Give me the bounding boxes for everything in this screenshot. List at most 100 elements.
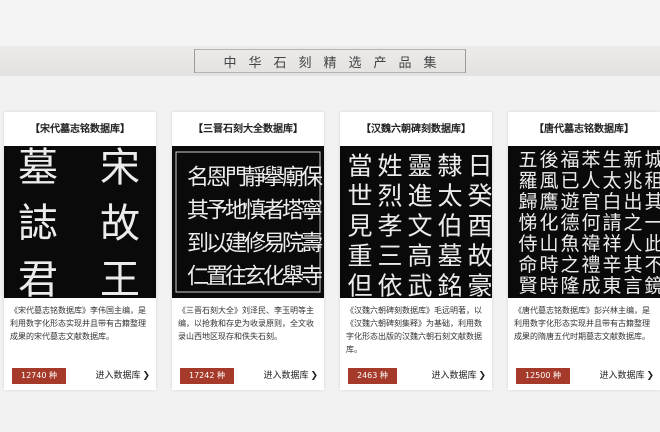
top-bar [0, 0, 660, 46]
rubbing-glyph: 故 [467, 242, 492, 271]
rubbing-glyph: 生 [602, 149, 621, 171]
rubbing-glyph: 銘 [437, 272, 462, 299]
rubbing-glyph: 名 [187, 166, 209, 191]
rubbing-glyph: 壽 [301, 232, 323, 257]
rubbing-glyph: 見 [347, 212, 372, 241]
card-description: 《宋代墓志铭数据库》李伟国主编，是利用数字化形态实现并且带有古籍整理成果的宋代墓… [10, 306, 146, 341]
enter-database-link[interactable]: 进入数据库 ❯ [431, 368, 486, 384]
rubbing-glyph: 一 [644, 212, 660, 234]
card-title[interactable]: 【唐代墓志铭数据库】 [508, 120, 660, 135]
enter-database-link[interactable]: 进入数据库 ❯ [263, 368, 318, 384]
rubbing-glyph: 化 [539, 212, 558, 234]
rubbing-glyph: 已 [560, 170, 579, 192]
card-title[interactable]: 【宋代墓志铭数据库】 [4, 120, 156, 135]
rubbing-glyph: 賢 [518, 275, 537, 297]
card-title[interactable]: 【汉魏六朝碑刻数据库】 [340, 120, 492, 135]
rubbing-glyph: 何 [581, 212, 600, 234]
rubbing-glyph: 人 [581, 170, 600, 192]
rubbing-glyph: 禕 [581, 233, 600, 255]
rubbing-glyph: 其 [644, 191, 660, 213]
rubbing-glyph: 誌 [18, 201, 58, 247]
rubbing-glyph: 靈 [407, 152, 432, 181]
rubbing-glyph: 癸 [467, 182, 492, 211]
chevron-right-icon: ❯ [142, 371, 150, 381]
rubbing-glyph: 廟 [282, 166, 304, 191]
rubbing-glyph: 鏡 [644, 275, 660, 297]
rubbing-glyph: 兆 [623, 170, 642, 192]
rubbing-glyph: 寺 [301, 265, 323, 290]
enter-database-label: 进入数据库 [95, 371, 141, 381]
product-card-tang-epitaph[interactable]: 【唐代墓志铭数据库】 城租其一此不鏡新兆出之人其言生太白請祥辛東苯人官何禕禮成福… [508, 112, 660, 390]
rubbing-glyph: 酉 [467, 212, 492, 241]
chevron-right-icon: ❯ [646, 371, 654, 381]
rubbing-glyph: 悌 [518, 212, 537, 234]
rubbing-glyph: 擧 [263, 166, 285, 191]
rubbing-glyph: 太 [437, 182, 462, 211]
rubbing-svg: 城租其一此不鏡新兆出之人其言生太白請祥辛東苯人官何禕禮成福已遊德魚之隆後風鷹化山… [518, 149, 660, 297]
record-count-badge: 12740 种 [12, 368, 66, 384]
rubbing-glyph: 保 [301, 166, 323, 191]
rubbing-glyph: 三 [377, 242, 402, 271]
product-card-hanwei-steles[interactable]: 【汉魏六朝碑刻数据库】 日癸酉故豪 隸太伯墓銘 靈進文高武 姓烈孝三依 當世見重但 《汉… [340, 112, 492, 390]
rubbing-glyph: 太 [602, 170, 621, 192]
rubbing-glyph: 依 [377, 272, 402, 299]
rubbing-glyph: 予 [206, 199, 228, 224]
rubbing-glyph: 置 [206, 265, 228, 290]
rubbing-glyph: 此 [644, 233, 660, 255]
rubbing-glyph: 其 [187, 199, 209, 224]
rubbing-glyph: 墓 [18, 146, 58, 191]
rubbing-glyph: 出 [623, 191, 642, 213]
rubbing-glyph: 城 [644, 149, 660, 171]
rubbing-glyph: 苯 [581, 149, 600, 171]
card-image-rubbing[interactable]: 城租其一此不鏡新兆出之人其言生太白請祥辛東苯人官何禕禮成福已遊德魚之隆後風鷹化山… [508, 146, 660, 298]
rubbing-glyph: 五 [518, 149, 537, 171]
rubbing-glyph: 時 [539, 275, 558, 297]
record-count-badge: 17242 种 [180, 368, 234, 384]
rubbing-svg: 日癸酉故豪 隸太伯墓銘 靈進文高武 姓烈孝三依 當世見重但 [347, 152, 492, 299]
rubbing-glyph: 歸 [518, 191, 537, 213]
rubbing-glyph: 仁 [187, 265, 209, 290]
rubbing-glyph: 白 [602, 191, 621, 213]
rubbing-glyph: 進 [407, 182, 432, 211]
rubbing-glyph: 門 [225, 166, 247, 191]
rubbing-glyph: 東 [602, 275, 621, 297]
card-image-rubbing[interactable]: 保寧壽寺 廟塔院舉 擧者易化 靜慎修玄 門地建往 恩予以置 名其到仁 [172, 146, 324, 298]
rubbing-glyph: 墓 [437, 242, 462, 271]
rubbing-glyph: 之 [623, 212, 642, 234]
rubbing-glyph: 鷹 [539, 191, 558, 213]
rubbing-glyph: 後 [539, 149, 558, 171]
rubbing-glyph: 君 [18, 257, 58, 298]
card-image-rubbing[interactable]: 宋故王 墓誌君 [4, 146, 156, 298]
rubbing-glyph: 恩 [206, 166, 228, 191]
rubbing-glyph: 日 [467, 152, 492, 181]
rubbing-glyph: 山 [539, 233, 558, 255]
rubbing-glyph: 命 [518, 254, 537, 276]
rubbing-glyph: 侍 [518, 233, 537, 255]
section-title: 中华石刻精选产品集 [223, 55, 449, 71]
rubbing-glyph: 王 [100, 257, 140, 298]
section-title-frame: 中华石刻精选产品集 [194, 49, 466, 73]
product-card-song-epitaph[interactable]: 【宋代墓志铭数据库】 宋故王 墓誌君 《宋代墓志铭数据库》李伟国主编，是利用数字化… [4, 112, 156, 390]
rubbing-glyph: 禮 [581, 254, 600, 276]
rubbing-glyph: 姓 [377, 152, 402, 181]
product-card-sanjin-inscriptions[interactable]: 【三晋石刻大全数据库】 保寧壽寺 廟塔院舉 擧者易化 靜慎修玄 門地建往 恩予以置 名其到仁… [172, 112, 324, 390]
rubbing-glyph: 建 [225, 232, 247, 257]
card-description: 《唐代墓志铭数据库》彭兴林主编，是利用数字化形态实现并且带有古籍整理成果的隋唐五… [514, 306, 650, 341]
rubbing-glyph: 舉 [282, 265, 304, 290]
enter-database-link[interactable]: 进入数据库 ❯ [599, 368, 654, 384]
rubbing-glyph: 易 [263, 232, 285, 257]
rubbing-svg: 宋故王 墓誌君 [18, 146, 140, 298]
rubbing-glyph: 新 [623, 149, 642, 171]
enter-database-link[interactable]: 进入数据库 ❯ [95, 368, 150, 384]
rubbing-glyph: 時 [539, 254, 558, 276]
rubbing-glyph: 烈 [377, 182, 402, 211]
rubbing-glyph: 之 [560, 254, 579, 276]
card-title[interactable]: 【三晋石刻大全数据库】 [172, 120, 324, 135]
rubbing-glyph: 人 [623, 233, 642, 255]
rubbing-glyph: 世 [347, 182, 372, 211]
rubbing-glyph: 重 [347, 242, 372, 271]
card-image-rubbing[interactable]: 日癸酉故豪 隸太伯墓銘 靈進文高武 姓烈孝三依 當世見重但 [340, 146, 492, 298]
rubbing-glyph: 宋 [100, 146, 140, 191]
chevron-right-icon: ❯ [478, 371, 486, 381]
enter-database-label: 进入数据库 [431, 371, 477, 381]
